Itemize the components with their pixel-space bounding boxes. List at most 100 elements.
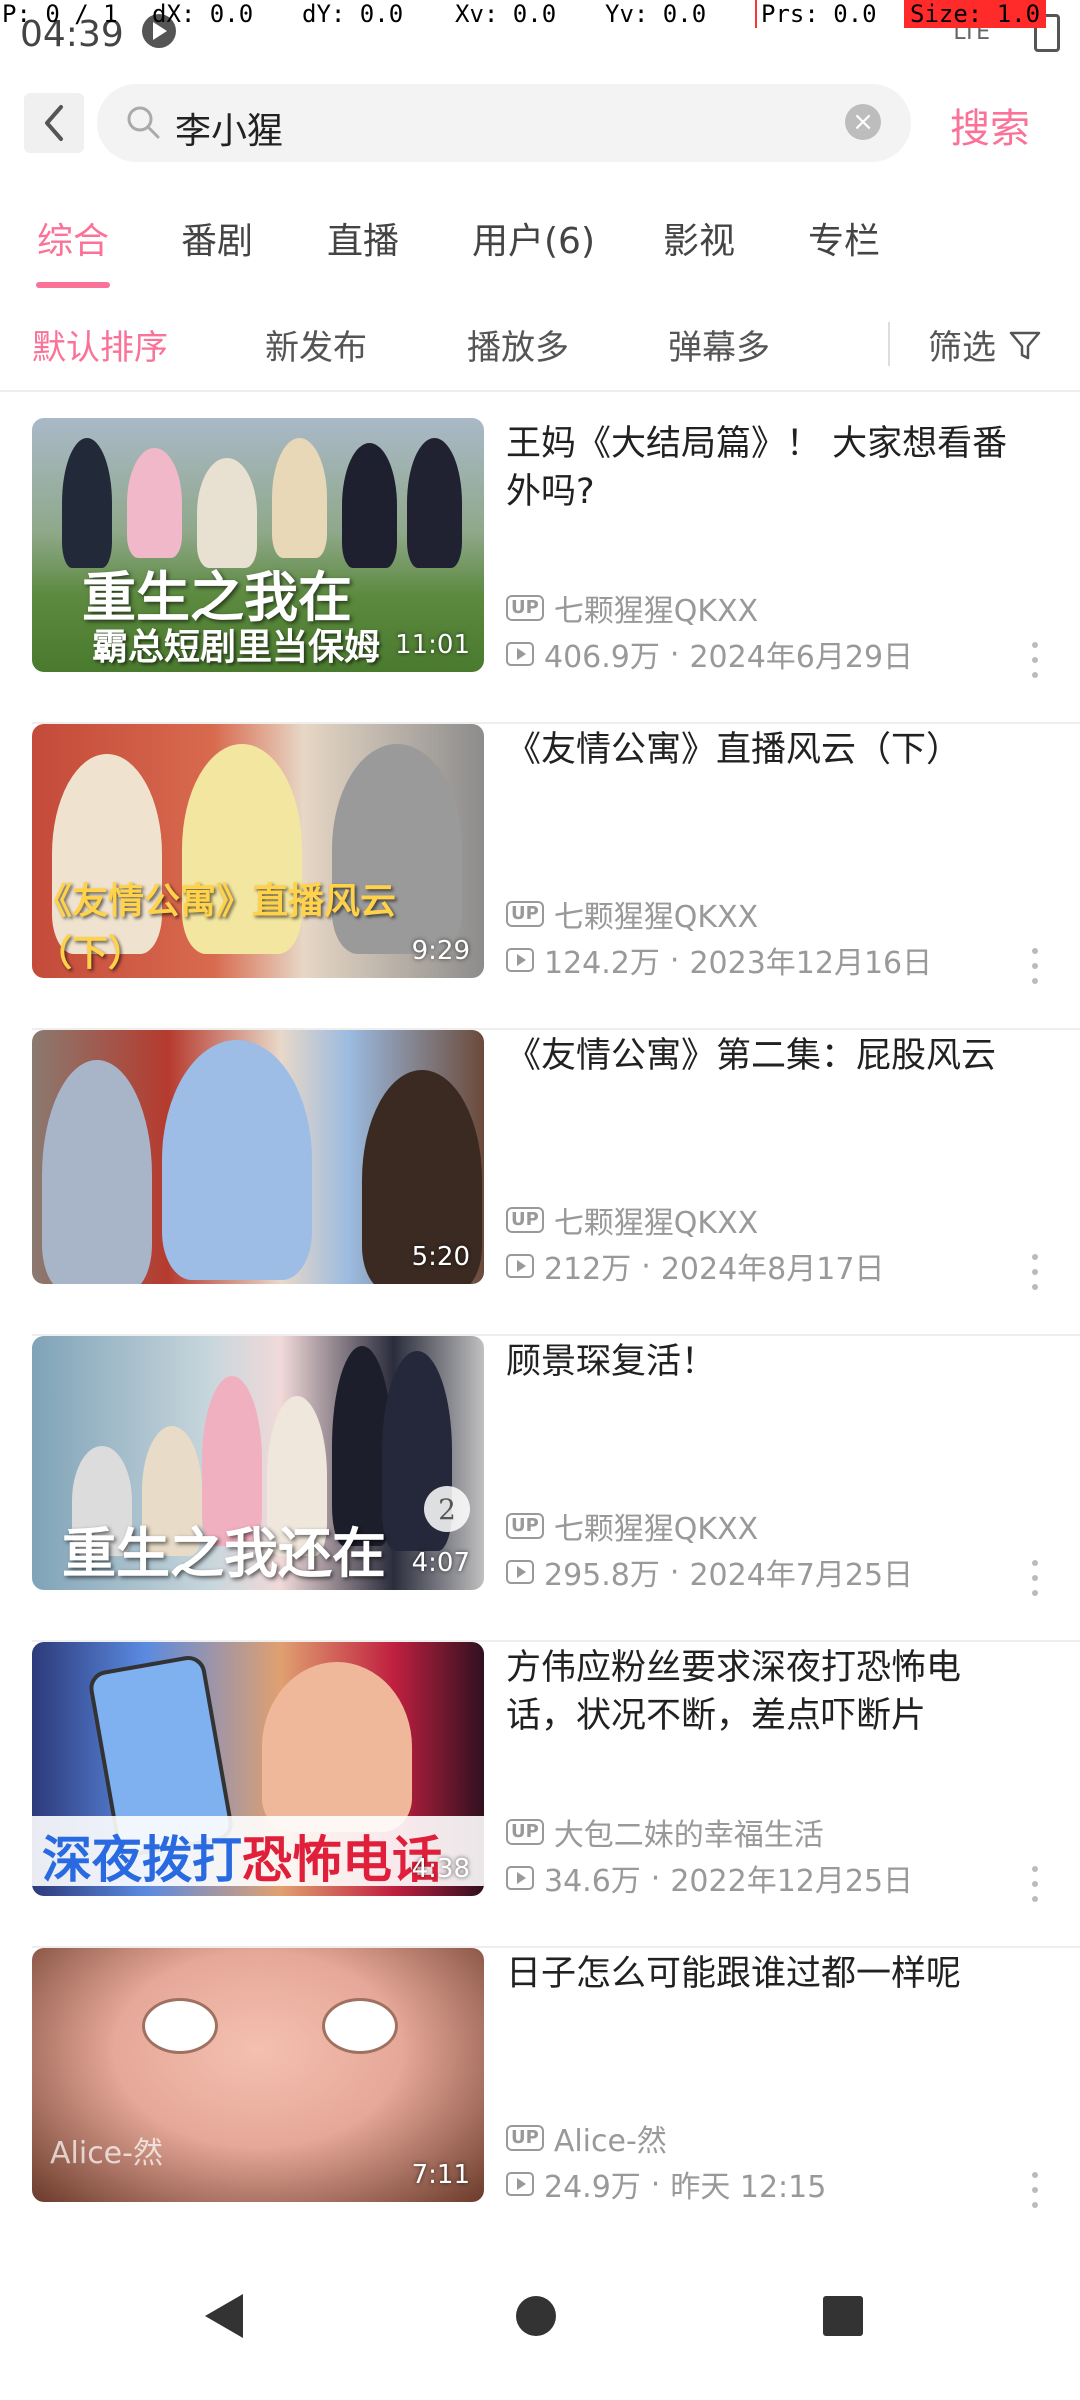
debug-yv: Yv: 0.0 bbox=[605, 0, 707, 28]
publish-date: 2024年7月25日 bbox=[689, 1558, 914, 1593]
author-name: 七颗猩猩QKXX bbox=[553, 1512, 759, 1547]
author-name: 大包二妹的幸福生活 bbox=[553, 1818, 824, 1853]
sort-most-played[interactable]: 播放多 bbox=[467, 320, 569, 369]
filter-button[interactable]: 筛选 bbox=[928, 320, 1042, 369]
chevron-left-icon bbox=[45, 105, 63, 141]
author-name: 七颗猩猩QKXX bbox=[553, 1206, 759, 1241]
video-duration: 4:38 bbox=[411, 1854, 470, 1884]
banner-text-a: 深夜拨打 bbox=[42, 1831, 242, 1889]
video-title[interactable]: 顾景琛复活！ bbox=[506, 1338, 1026, 1386]
close-icon: × bbox=[852, 107, 874, 137]
thumbnail-overlay-text: 重生之我还在 bbox=[62, 1521, 386, 1585]
publish-date: 昨天 12:15 bbox=[670, 2170, 827, 2205]
video-stats: 295.8万 · 2024年7月25日 bbox=[506, 1550, 913, 1594]
video-title[interactable]: 日子怎么可能跟谁过都一样呢 bbox=[506, 1950, 1026, 1998]
nav-recents-icon[interactable] bbox=[823, 2296, 863, 2336]
tab-bangumi[interactable]: 番剧 bbox=[181, 212, 253, 264]
nav-home-icon[interactable] bbox=[516, 2296, 556, 2336]
play-count-icon bbox=[506, 948, 534, 972]
sort-divider bbox=[888, 322, 890, 366]
eye-left bbox=[142, 1998, 218, 2054]
search-input[interactable]: 李小猩 × bbox=[97, 84, 911, 162]
sort-newest[interactable]: 新发布 bbox=[265, 320, 367, 369]
video-author[interactable]: UP 七颗猩猩QKXX bbox=[506, 1198, 758, 1242]
debug-pressure: Prs: 0.0 bbox=[755, 0, 877, 28]
video-thumbnail[interactable]: 5:20 bbox=[32, 1030, 484, 1284]
play-count-icon bbox=[506, 1560, 534, 1584]
tab-general[interactable]: 综合 bbox=[37, 212, 109, 264]
view-count: 212万 bbox=[544, 1252, 632, 1287]
system-navigation-bar bbox=[0, 2250, 1080, 2400]
author-name: Alice-然 bbox=[553, 2124, 667, 2159]
video-title[interactable]: 王妈《大结局篇》！ 大家想看番外吗? bbox=[506, 420, 1026, 516]
more-options-icon[interactable] bbox=[1032, 948, 1040, 984]
view-count: 406.9万 bbox=[544, 640, 660, 675]
filter-icon bbox=[1009, 331, 1041, 359]
more-options-icon[interactable] bbox=[1032, 1866, 1040, 1902]
tab-users[interactable]: 用户(6) bbox=[472, 212, 595, 264]
nav-back-icon[interactable] bbox=[205, 2294, 243, 2338]
category-tabs: 综合 番剧 直播 用户(6) 影视 专栏 bbox=[0, 200, 1080, 290]
video-duration: 9:29 bbox=[411, 936, 470, 966]
episode-badge: 2 bbox=[424, 1486, 470, 1532]
eye-right bbox=[322, 1998, 398, 2054]
video-item[interactable]: 重生之我在 霸总短剧里当保姆 11:01 王妈《大结局篇》！ 大家想看番外吗? … bbox=[0, 418, 1080, 724]
view-count: 24.9万 bbox=[544, 2170, 641, 2205]
tab-column[interactable]: 专栏 bbox=[808, 212, 880, 264]
play-count-icon bbox=[506, 2172, 534, 2196]
filter-label: 筛选 bbox=[928, 328, 996, 368]
video-author[interactable]: UP 七颗猩猩QKXX bbox=[506, 1504, 758, 1548]
video-stats: 212万 · 2024年8月17日 bbox=[506, 1244, 884, 1288]
video-author[interactable]: UP 七颗猩猩QKXX bbox=[506, 586, 758, 630]
up-icon: UP bbox=[506, 1819, 544, 1845]
video-thumbnail[interactable]: 《友情公寓》直播风云（下） 9:29 bbox=[32, 724, 484, 978]
tab-live[interactable]: 直播 bbox=[327, 212, 399, 264]
back-button[interactable] bbox=[24, 93, 84, 153]
video-duration: 11:01 bbox=[395, 630, 470, 660]
up-icon: UP bbox=[506, 1207, 544, 1233]
more-options-icon[interactable] bbox=[1032, 1560, 1040, 1596]
video-author[interactable]: UP Alice-然 bbox=[506, 2116, 667, 2160]
publish-date: 2022年12月25日 bbox=[670, 1864, 914, 1899]
video-item[interactable]: 5:20 《友情公寓》第二集：屁股风云 UP 七颗猩猩QKXX 212万 · 2… bbox=[0, 1030, 1080, 1336]
debug-dx: dX: 0.0 bbox=[152, 0, 254, 28]
thumbnail-overlay-subtext: 霸总短剧里当保姆 bbox=[92, 627, 381, 668]
video-stats: 406.9万 · 2024年6月29日 bbox=[506, 632, 913, 676]
video-duration: 7:11 bbox=[411, 2160, 470, 2190]
debug-xv: Xv: 0.0 bbox=[455, 0, 557, 28]
active-tab-indicator bbox=[36, 282, 110, 288]
debug-pointer: P: 0 / 1 bbox=[2, 0, 118, 28]
more-options-icon[interactable] bbox=[1032, 642, 1040, 678]
video-thumbnail[interactable]: 重生之我还在 2 4:07 bbox=[32, 1336, 484, 1590]
tab-film[interactable]: 影视 bbox=[663, 212, 735, 264]
video-thumbnail[interactable]: 深夜拨打 恐怖电话 4:38 bbox=[32, 1642, 484, 1896]
video-title[interactable]: 《友情公寓》第二集：屁股风云 bbox=[506, 1032, 1026, 1080]
view-count: 295.8万 bbox=[544, 1558, 660, 1593]
search-button[interactable]: 搜索 bbox=[950, 96, 1030, 154]
sort-bar: 默认排序 新发布 播放多 弹幕多 筛选 bbox=[0, 300, 1080, 390]
debug-dy: dY: 0.0 bbox=[302, 0, 404, 28]
video-author[interactable]: UP 七颗猩猩QKXX bbox=[506, 892, 758, 936]
video-item[interactable]: Alice-然 7:11 日子怎么可能跟谁过都一样呢 UP Alice-然 24… bbox=[0, 1948, 1080, 2254]
play-count-icon bbox=[506, 1866, 534, 1890]
video-author[interactable]: UP 大包二妹的幸福生活 bbox=[506, 1810, 824, 1854]
video-item[interactable]: 重生之我还在 2 4:07 顾景琛复活！ UP 七颗猩猩QKXX 295.8万 … bbox=[0, 1336, 1080, 1642]
video-stats: 124.2万 · 2023年12月16日 bbox=[506, 938, 932, 982]
video-stats: 24.9万 · 昨天 12:15 bbox=[506, 2162, 826, 2206]
video-title[interactable]: 《友情公寓》直播风云（下） bbox=[506, 726, 1026, 774]
sort-most-danmaku[interactable]: 弹幕多 bbox=[668, 320, 770, 369]
video-item[interactable]: 深夜拨打 恐怖电话 4:38 方伟应粉丝要求深夜打恐怖电话，状况不断，差点吓断片… bbox=[0, 1642, 1080, 1948]
debug-size: Size: 1.0 bbox=[904, 0, 1047, 28]
up-icon: UP bbox=[506, 1513, 544, 1539]
clear-search-button[interactable]: × bbox=[845, 104, 881, 140]
video-item[interactable]: 《友情公寓》直播风云（下） 9:29 《友情公寓》直播风云（下） UP 七颗猩猩… bbox=[0, 724, 1080, 1030]
video-thumbnail[interactable]: 重生之我在 霸总短剧里当保姆 11:01 bbox=[32, 418, 484, 672]
more-options-icon[interactable] bbox=[1032, 1254, 1040, 1290]
play-count-icon bbox=[506, 642, 534, 666]
search-query: 李小猩 bbox=[175, 111, 284, 152]
more-options-icon[interactable] bbox=[1032, 2172, 1040, 2208]
video-thumbnail[interactable]: Alice-然 7:11 bbox=[32, 1948, 484, 2202]
publish-date: 2024年6月29日 bbox=[689, 640, 914, 675]
sort-default[interactable]: 默认排序 bbox=[32, 320, 168, 369]
video-title[interactable]: 方伟应粉丝要求深夜打恐怖电话，状况不断，差点吓断片 bbox=[506, 1644, 1026, 1740]
